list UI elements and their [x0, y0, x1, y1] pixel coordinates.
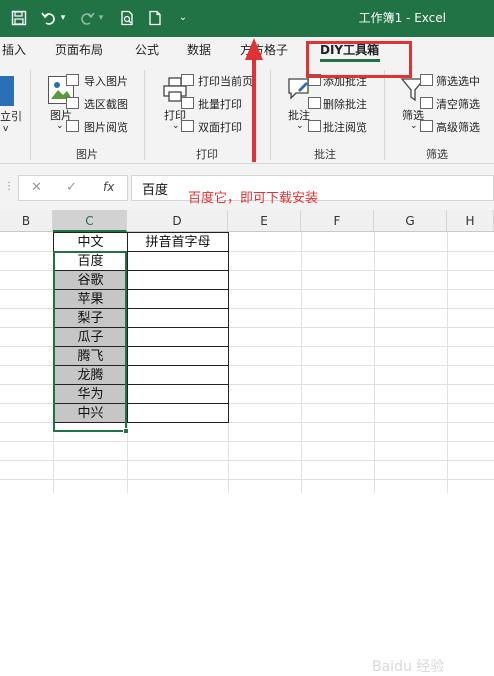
- worksheet-grid[interactable]: B C D E F G H 中文 拼音首字母 百度 谷歌 苹果 梨子 瓜子 腾飞…: [0, 210, 494, 675]
- comment-dropdown-icon[interactable]: ⌄: [296, 121, 304, 131]
- delete-comment-button[interactable]: 删除批注: [323, 96, 367, 112]
- watermark: Baidu 经验: [372, 659, 445, 675]
- tab-insert[interactable]: 插入: [2, 41, 26, 58]
- partial-left-dropdown-icon[interactable]: v: [3, 124, 8, 134]
- undo-dropdown-icon[interactable]: ▾: [58, 8, 68, 28]
- cell-d-row8[interactable]: [127, 384, 229, 404]
- advanced-filter-button[interactable]: 高级筛选: [436, 119, 480, 135]
- window-title: 工作簿1 - Excel: [358, 11, 446, 25]
- insert-function-icon[interactable]: fx: [103, 180, 114, 194]
- column-header-g[interactable]: G: [374, 210, 447, 232]
- comment-browse-button[interactable]: 批注阅览: [323, 119, 367, 135]
- column-header-c[interactable]: C: [53, 210, 127, 232]
- column-header-d[interactable]: D: [127, 210, 228, 232]
- customize-dropdown-icon[interactable]: ⌄: [176, 8, 190, 28]
- partial-left-label[interactable]: 立引: [0, 108, 22, 124]
- cell-d-row4[interactable]: [127, 308, 229, 328]
- fill-handle[interactable]: [123, 428, 129, 434]
- print-dropdown-icon[interactable]: ⌄: [172, 121, 180, 131]
- grid-line: [447, 232, 448, 493]
- redo-dropdown-icon[interactable]: ▾: [96, 8, 106, 28]
- print-current-page-icon[interactable]: [181, 74, 194, 86]
- formula-value: 百度: [142, 183, 169, 198]
- duplex-print-icon[interactable]: [181, 120, 194, 132]
- picture-group-label: 图片: [76, 148, 98, 161]
- print-preview-icon[interactable]: [118, 8, 136, 28]
- column-header-f[interactable]: F: [301, 210, 374, 232]
- cell-d-row9[interactable]: [127, 403, 229, 423]
- cell-d-row2[interactable]: [127, 270, 229, 290]
- grid-line: [0, 441, 494, 442]
- filter-dropdown-icon[interactable]: ⌄: [410, 121, 418, 131]
- partial-left-icon[interactable]: [0, 76, 14, 106]
- cell-header-pinyin[interactable]: 拼音首字母: [127, 232, 229, 252]
- title-bar: ▾ ▾ ⌄ 工作簿1 - Excel: [0, 0, 494, 37]
- grid-line: [301, 232, 302, 493]
- cell-d-row3[interactable]: [127, 289, 229, 309]
- column-header-b[interactable]: B: [0, 210, 53, 232]
- new-document-icon[interactable]: [146, 8, 164, 28]
- picture-dropdown-icon[interactable]: ⌄: [56, 121, 64, 131]
- tab-fangfangezi[interactable]: 方方格子: [240, 41, 288, 58]
- ribbon-body: 立引 v 图片 ⌄ 导入图片 选区截图 图片阅览 图片 打印 ⌄ 打印当前页 批…: [0, 64, 494, 164]
- picture-browse-icon[interactable]: [66, 120, 79, 132]
- undo-icon[interactable]: [40, 8, 58, 28]
- column-header-h[interactable]: H: [447, 210, 494, 232]
- grid-line: [0, 460, 494, 461]
- group-separator: [30, 70, 31, 160]
- cell-d-row6[interactable]: [127, 346, 229, 366]
- filter-selected-icon[interactable]: [420, 74, 433, 86]
- advanced-filter-icon[interactable]: [420, 120, 433, 132]
- cell-d-row1[interactable]: [127, 251, 229, 271]
- tab-data[interactable]: 数据: [187, 41, 211, 58]
- selection-screenshot-icon[interactable]: [66, 97, 79, 109]
- print-current-page-button[interactable]: 打印当前页: [198, 73, 253, 89]
- grid-line: [374, 232, 375, 493]
- comment-browse-icon[interactable]: [308, 120, 321, 132]
- batch-print-button[interactable]: 批量打印: [198, 96, 242, 112]
- comment-group-label: 批注: [314, 148, 336, 161]
- grid-line: [0, 479, 494, 480]
- save-icon[interactable]: [10, 8, 28, 28]
- filter-group-label: 筛选: [426, 148, 448, 161]
- confirm-icon[interactable]: ✓: [66, 180, 77, 195]
- group-separator: [384, 70, 385, 160]
- tab-formulas[interactable]: 公式: [135, 41, 159, 58]
- import-picture-button[interactable]: 导入图片: [84, 73, 128, 89]
- highlight-box: [306, 41, 412, 78]
- selection-screenshot-button[interactable]: 选区截图: [84, 96, 128, 112]
- clear-filter-icon[interactable]: [420, 97, 433, 109]
- redo-icon[interactable]: [78, 8, 96, 28]
- import-picture-icon[interactable]: [66, 74, 79, 86]
- duplex-print-button[interactable]: 双面打印: [198, 119, 242, 135]
- group-separator: [270, 70, 271, 160]
- column-header-e[interactable]: E: [228, 210, 301, 232]
- namebox-dropdown-icon[interactable]: ⋮: [4, 181, 14, 192]
- print-group-label: 打印: [196, 148, 218, 161]
- group-separator: [144, 70, 145, 160]
- cell-d-row5[interactable]: [127, 327, 229, 347]
- picture-browse-button[interactable]: 图片阅览: [84, 119, 128, 135]
- cell-d-row7[interactable]: [127, 365, 229, 385]
- annotation-text: 百度它，即可下载安装: [188, 191, 319, 206]
- ribbon-tab-bar: 插入 页面布局 公式 数据 方方格子 DIY工具箱: [0, 37, 494, 64]
- formula-controls: ✕ ✓ fx: [18, 175, 128, 201]
- tab-page-layout[interactable]: 页面布局: [55, 41, 103, 58]
- batch-print-icon[interactable]: [181, 97, 194, 109]
- selection-outline: [53, 251, 127, 432]
- delete-comment-icon[interactable]: [308, 97, 321, 109]
- clear-filter-button[interactable]: 清空筛选: [436, 96, 480, 112]
- filter-selected-button[interactable]: 筛选选中: [436, 73, 480, 89]
- cell-header-chinese[interactable]: 中文: [53, 232, 128, 252]
- cancel-icon[interactable]: ✕: [31, 180, 42, 195]
